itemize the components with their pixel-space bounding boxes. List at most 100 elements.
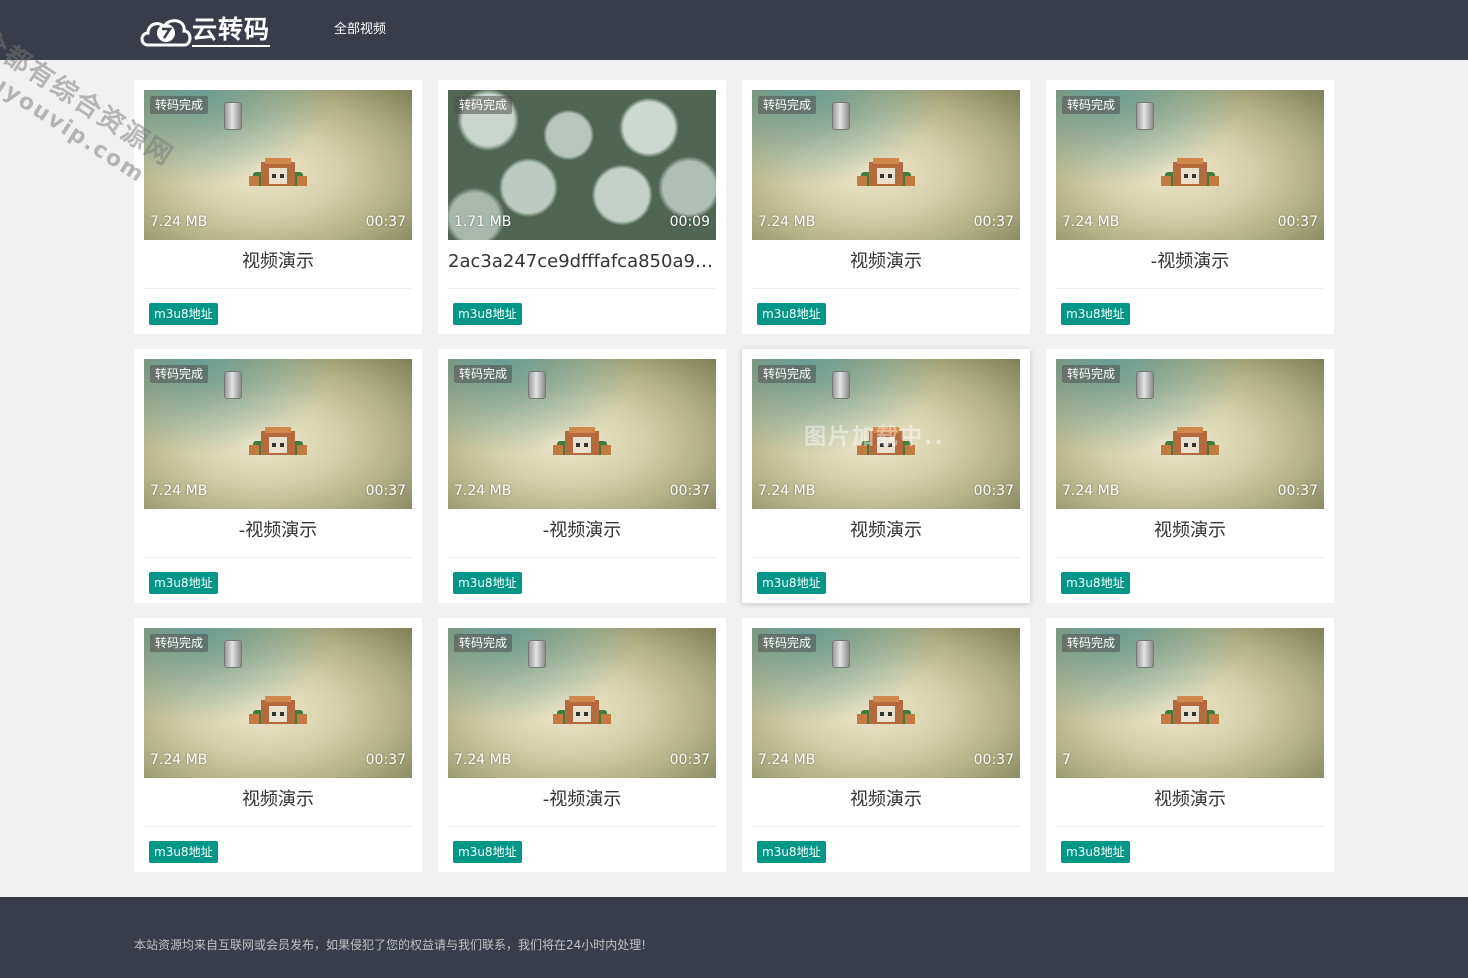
video-duration: 00:37	[365, 752, 406, 768]
video-duration: 00:37	[669, 483, 710, 499]
m3u8-link-button[interactable]: m3u8地址	[149, 303, 218, 325]
video-thumbnail[interactable]: 转码完成 7.24 MB 00:37	[1056, 359, 1324, 509]
video-thumbnail[interactable]: 转码完成 1.71 MB 00:09	[448, 90, 716, 240]
nav-all-videos[interactable]: 全部视频	[334, 20, 386, 40]
video-thumbnail[interactable]: 转码完成 7.24 MB 00:37	[144, 359, 412, 509]
video-card[interactable]: 转码完成 7.24 MB 00:37 视频演示 m3u8地址	[742, 80, 1030, 334]
video-thumbnail[interactable]: 转码完成 图片加载中.. 7.24 MB 00:37	[752, 359, 1020, 509]
video-duration: 00:37	[1277, 214, 1318, 230]
status-badge: 转码完成	[150, 96, 209, 114]
m3u8-link-button[interactable]: m3u8地址	[149, 841, 218, 863]
card-divider	[1056, 557, 1324, 558]
video-title[interactable]: -视频演示	[448, 788, 716, 812]
video-title[interactable]: 视频演示	[144, 250, 412, 274]
file-size: 7.24 MB	[150, 214, 208, 230]
building-icon	[553, 692, 611, 726]
m3u8-link-button[interactable]: m3u8地址	[1061, 572, 1130, 594]
m3u8-link-button[interactable]: m3u8地址	[1061, 303, 1130, 325]
video-grid: 转码完成 7.24 MB 00:37 视频演示 m3u8地址 转码完成 1.71 MB 00:…	[134, 80, 1334, 872]
video-card[interactable]: 转码完成 7.24 MB 00:37 视频演示 m3u8地址	[742, 618, 1030, 872]
card-divider	[448, 288, 716, 289]
file-size: 7.24 MB	[758, 483, 816, 499]
video-title[interactable]: -视频演示	[1056, 250, 1324, 274]
status-badge: 转码完成	[758, 96, 817, 114]
file-icon	[832, 371, 850, 399]
m3u8-link-button[interactable]: m3u8地址	[757, 841, 826, 863]
video-thumbnail[interactable]: 转码完成 7.24 MB 00:37	[144, 90, 412, 240]
video-duration: 00:37	[365, 214, 406, 230]
video-thumbnail[interactable]: 转码完成 7.24 MB 00:37	[752, 628, 1020, 778]
video-title[interactable]: 视频演示	[1056, 788, 1324, 812]
m3u8-link-button[interactable]: m3u8地址	[453, 303, 522, 325]
card-divider	[448, 826, 716, 827]
video-title[interactable]: 2ac3a247ce9dfffafca850a9aa...	[448, 250, 716, 274]
file-icon	[832, 102, 850, 130]
building-icon	[1161, 423, 1219, 457]
m3u8-link-button[interactable]: m3u8地址	[453, 572, 522, 594]
video-thumbnail[interactable]: 转码完成 7.24 MB 00:37	[752, 90, 1020, 240]
file-size: 7.24 MB	[1062, 214, 1120, 230]
video-thumbnail[interactable]: 转码完成 7.24 MB 00:37	[1056, 90, 1324, 240]
file-size: 7.24 MB	[454, 483, 512, 499]
building-icon	[249, 423, 307, 457]
video-card[interactable]: 转码完成 7.24 MB 00:37 -视频演示 m3u8地址	[134, 349, 422, 603]
building-icon	[249, 154, 307, 188]
video-card[interactable]: 转码完成 图片加载中.. 7.24 MB 00:37 视频演示 m3u8地址	[742, 349, 1030, 603]
m3u8-link-button[interactable]: m3u8地址	[757, 572, 826, 594]
card-divider	[1056, 288, 1324, 289]
video-card[interactable]: 转码完成 7.24 MB 00:37 -视频演示 m3u8地址	[438, 618, 726, 872]
file-size: 7.24 MB	[758, 752, 816, 768]
file-size: 1.71 MB	[454, 214, 512, 230]
m3u8-link-button[interactable]: m3u8地址	[1061, 841, 1130, 863]
video-card[interactable]: 转码完成 7.24 MB 00:37 视频演示 m3u8地址	[134, 80, 422, 334]
logo-text: 云转码	[192, 15, 271, 47]
video-thumbnail[interactable]: 转码完成 7	[1056, 628, 1324, 778]
card-divider	[752, 826, 1020, 827]
video-card[interactable]: 转码完成 7.24 MB 00:37 -视频演示 m3u8地址	[438, 349, 726, 603]
card-divider	[144, 557, 412, 558]
video-title[interactable]: 视频演示	[752, 519, 1020, 543]
video-title[interactable]: -视频演示	[448, 519, 716, 543]
building-icon	[1161, 154, 1219, 188]
status-badge: 转码完成	[1062, 365, 1121, 383]
video-title[interactable]: 视频演示	[1056, 519, 1324, 543]
video-duration: 00:37	[973, 214, 1014, 230]
m3u8-link-button[interactable]: m3u8地址	[149, 572, 218, 594]
building-icon	[857, 154, 915, 188]
file-size: 7.24 MB	[150, 483, 208, 499]
video-title[interactable]: 视频演示	[144, 788, 412, 812]
status-badge: 转码完成	[454, 634, 513, 652]
status-badge: 转码完成	[1062, 96, 1121, 114]
video-card[interactable]: 转码完成 7.24 MB 00:37 视频演示 m3u8地址	[134, 618, 422, 872]
video-duration: 00:37	[1277, 483, 1318, 499]
card-divider	[1056, 826, 1324, 827]
m3u8-link-button[interactable]: m3u8地址	[757, 303, 826, 325]
file-size: 7.24 MB	[1062, 483, 1120, 499]
video-thumbnail[interactable]: 转码完成 7.24 MB 00:37	[448, 359, 716, 509]
status-badge: 转码完成	[1062, 634, 1121, 652]
file-icon	[224, 102, 242, 130]
video-title[interactable]: 视频演示	[752, 788, 1020, 812]
video-title[interactable]: -视频演示	[144, 519, 412, 543]
m3u8-link-button[interactable]: m3u8地址	[453, 841, 522, 863]
file-icon	[1136, 102, 1154, 130]
video-card[interactable]: 转码完成 7 视频演示 m3u8地址	[1046, 618, 1334, 872]
video-card[interactable]: 转码完成 1.71 MB 00:09 2ac3a247ce9dfffafca850a9…	[438, 80, 726, 334]
video-duration: 00:37	[365, 483, 406, 499]
file-icon	[1136, 371, 1154, 399]
building-icon	[249, 692, 307, 726]
footer-disclaimer: 本站资源均来自互联网或会员发布，如果侵犯了您的权益请与我们联系，我们将在24小时…	[134, 938, 647, 952]
video-card[interactable]: 转码完成 7.24 MB 00:37 视频演示 m3u8地址	[1046, 349, 1334, 603]
video-thumbnail[interactable]: 转码完成 7.24 MB 00:37	[448, 628, 716, 778]
video-duration: 00:37	[669, 752, 710, 768]
video-duration: 00:37	[973, 752, 1014, 768]
card-divider	[752, 557, 1020, 558]
cloud-logo-icon	[140, 19, 192, 47]
top-navbar: 云转码 全部视频	[0, 0, 1468, 60]
video-thumbnail[interactable]: 转码完成 7.24 MB 00:37	[144, 628, 412, 778]
video-title[interactable]: 视频演示	[752, 250, 1020, 274]
video-card[interactable]: 转码完成 7.24 MB 00:37 -视频演示 m3u8地址	[1046, 80, 1334, 334]
building-icon	[1161, 692, 1219, 726]
file-icon	[528, 640, 546, 668]
site-logo[interactable]: 云转码	[138, 10, 288, 52]
